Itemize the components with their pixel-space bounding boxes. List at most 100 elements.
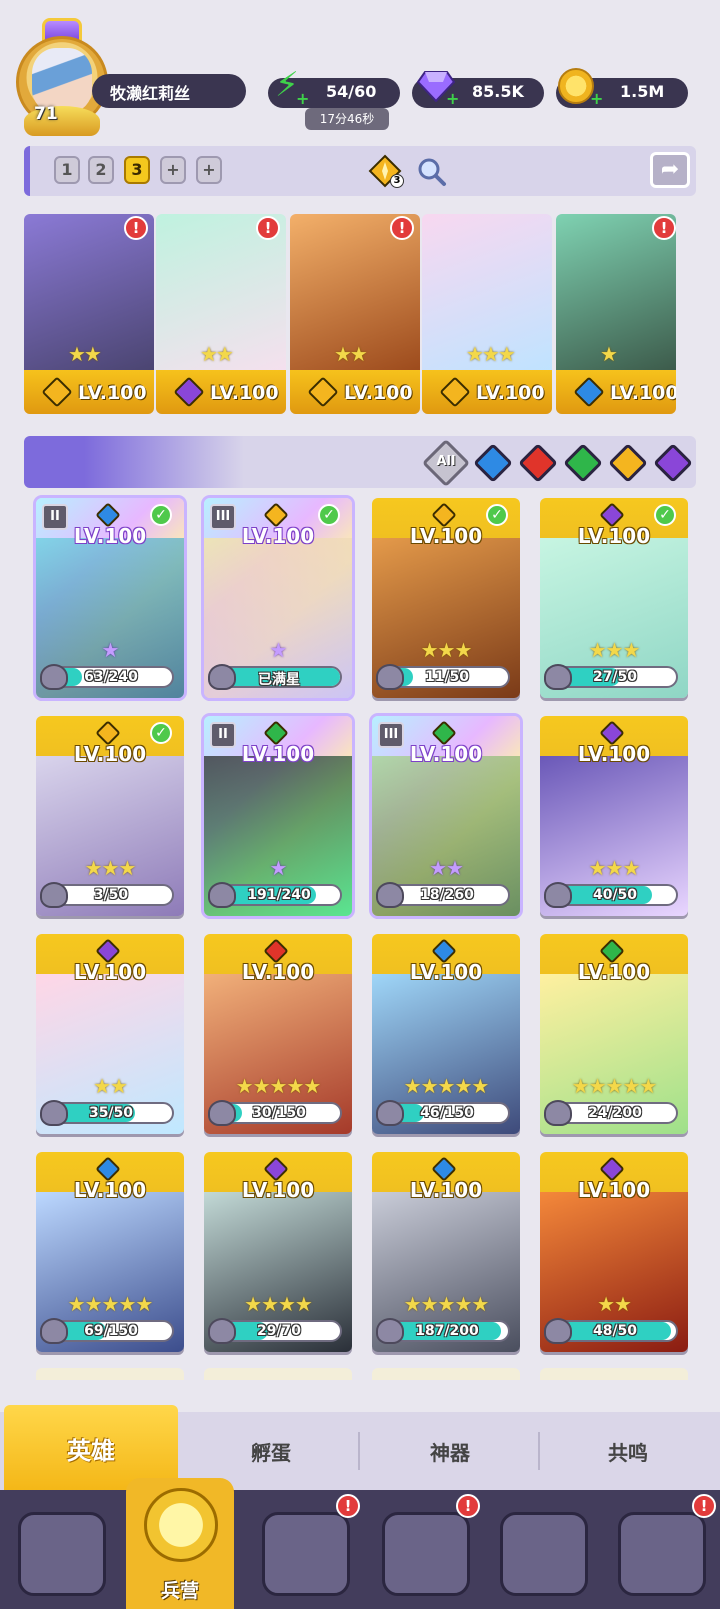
shard-icon [40,664,68,690]
avatar-portrait [32,48,92,112]
hero-card[interactable]: LV.100 ★★★★★ 24/200 [540,934,688,1134]
hero-level: LV.100 [610,382,676,404]
hero-card[interactable]: ✓ LV.100 ★★★ 11/50 [372,498,520,698]
book-nav-icon[interactable] [262,1512,350,1596]
hero-card[interactable]: LV.100 ★★★★★ 46/150 [372,934,520,1134]
hero-level: LV.100 [241,960,315,984]
mushroom-nav-icon[interactable] [500,1512,588,1596]
in-team-check-icon: ✓ [318,504,340,526]
coin-icon [558,68,594,104]
hero-stars: ★★★★ [244,1292,313,1316]
hero-level: LV.100 [577,960,651,984]
shard-progress-text: 30/150 [252,1105,306,1121]
hero-card[interactable]: LV.100 ★★★★★ 69/150 [36,1152,184,1352]
shard-icon [40,882,68,908]
guild-alert-icon: ! [692,1494,716,1518]
shard-icon [40,1100,68,1126]
energy-timer: 17分46秒 [305,108,389,130]
team-hero-card[interactable]: ★★ LV.100 [290,214,420,414]
share-icon[interactable]: ➦ [650,152,690,188]
barracks-icon [144,1488,218,1562]
hero-card[interactable]: II LV.100 ★ 191/240 [204,716,352,916]
player-level: 71 [34,104,58,124]
hero-level: LV.100 [409,1178,483,1202]
hero-stars: ★★★★★ [403,1292,490,1316]
team-slot-button[interactable]: 3 [124,156,150,184]
shard-progress-text: 27/50 [592,669,638,685]
shard-icon [376,882,404,908]
hero-level: LV.100 [210,382,279,404]
hero-card[interactable]: LV.100 ★★ 35/50 [36,934,184,1134]
hero-card[interactable]: LV.100 ★★★★★ 187/200 [372,1152,520,1352]
tab-resonance[interactable]: 共鸣 [540,1437,716,1466]
add-gem-icon[interactable]: + [446,91,460,107]
hero-level: LV.100 [577,524,651,548]
cards-nav-icon[interactable] [18,1512,106,1596]
team-hero-card[interactable]: ★★ LV.100 [24,214,154,414]
hero-level: LV.100 [344,382,413,404]
shard-progress-text: 191/240 [247,887,311,903]
hero-card[interactable]: LV.100 ★★★★ 29/70 [204,1152,352,1352]
shard-icon [376,664,404,690]
team-slot-button[interactable]: 1 [54,156,80,184]
hero-level: LV.100 [409,960,483,984]
search-icon[interactable] [414,154,448,188]
hero-level: LV.100 [73,1178,147,1202]
hero-stars: ★★★★★ [403,1074,490,1098]
shard-icon [208,664,236,690]
alert-icon: ! [256,216,280,240]
alert-icon: ! [390,216,414,240]
hero-stars: ★★★ [588,638,641,662]
player-name: 牧濑红莉丝 [110,84,191,103]
hero-card[interactable]: ✓ LV.100 ★★★ 27/50 [540,498,688,698]
castle-alert-icon: ! [456,1494,480,1518]
team-slot-button[interactable]: + [196,156,222,184]
castle-nav-icon[interactable] [382,1512,470,1596]
hero-level: LV.100 [241,742,315,766]
shard-progress-text: 已满星 [258,672,300,688]
team-slot-button[interactable]: + [160,156,186,184]
hero-level: LV.100 [73,524,147,548]
shard-progress-text: 48/50 [592,1323,638,1339]
hero-card[interactable]: ✓ LV.100 ★★★ 3/50 [36,716,184,916]
tab-heroes[interactable]: 英雄 [4,1431,178,1466]
shard-icon [376,1318,404,1344]
hero-card[interactable]: III LV.100 ★★ 18/260 [372,716,520,916]
hero-card[interactable]: LV.100 ★★ 48/50 [540,1152,688,1352]
tab-hatch[interactable]: 孵蛋 [182,1437,360,1466]
hero-card-peek [204,1368,352,1380]
add-energy-icon[interactable]: + [296,91,310,107]
hero-stars: ★★★★★ [67,1292,154,1316]
shard-progress-text: 63/240 [84,669,138,685]
shard-progress-text: 3/50 [93,887,129,903]
team-slot-button[interactable]: 2 [88,156,114,184]
hero-card[interactable]: II ✓ LV.100 ★ 63/240 [36,498,184,698]
shard-icon [376,1100,404,1126]
energy-value: 54/60 [326,82,377,101]
book-alert-icon: ! [336,1494,360,1518]
hero-card[interactable]: III ✓ LV.100 ★ 已满星 [204,498,352,698]
hero-card-peek [372,1368,520,1380]
tab-artifacts[interactable]: 神器 [362,1437,538,1466]
team-hero-card[interactable]: ★ LV.100 [556,214,676,414]
hero-level: LV.100 [241,524,315,548]
hero-card-peek [36,1368,184,1380]
hero-stars: ★ [269,638,288,662]
hero-stars: ★★★ [420,638,473,662]
hero-level: LV.100 [73,960,147,984]
alert-icon: ! [652,216,676,240]
shard-icon [208,1318,236,1344]
team-hero-card[interactable]: ★★ LV.100 [156,214,286,414]
hero-stars: ★★★ [466,342,516,366]
team-power-badge: 3 [390,174,404,188]
add-coin-icon[interactable]: + [590,91,604,107]
shard-icon [208,1100,236,1126]
gem-value: 85.5K [472,82,524,101]
guild-nav-icon[interactable] [618,1512,706,1596]
team-hero-card[interactable]: ★★★ LV.100 [422,214,552,414]
hero-card[interactable]: LV.100 ★★★★★ 30/150 [204,934,352,1134]
hero-stars: ★★★ [588,856,641,880]
bottom-nav [0,1490,720,1609]
hero-stars: ★★ [68,342,102,366]
hero-card[interactable]: LV.100 ★★★ 40/50 [540,716,688,916]
